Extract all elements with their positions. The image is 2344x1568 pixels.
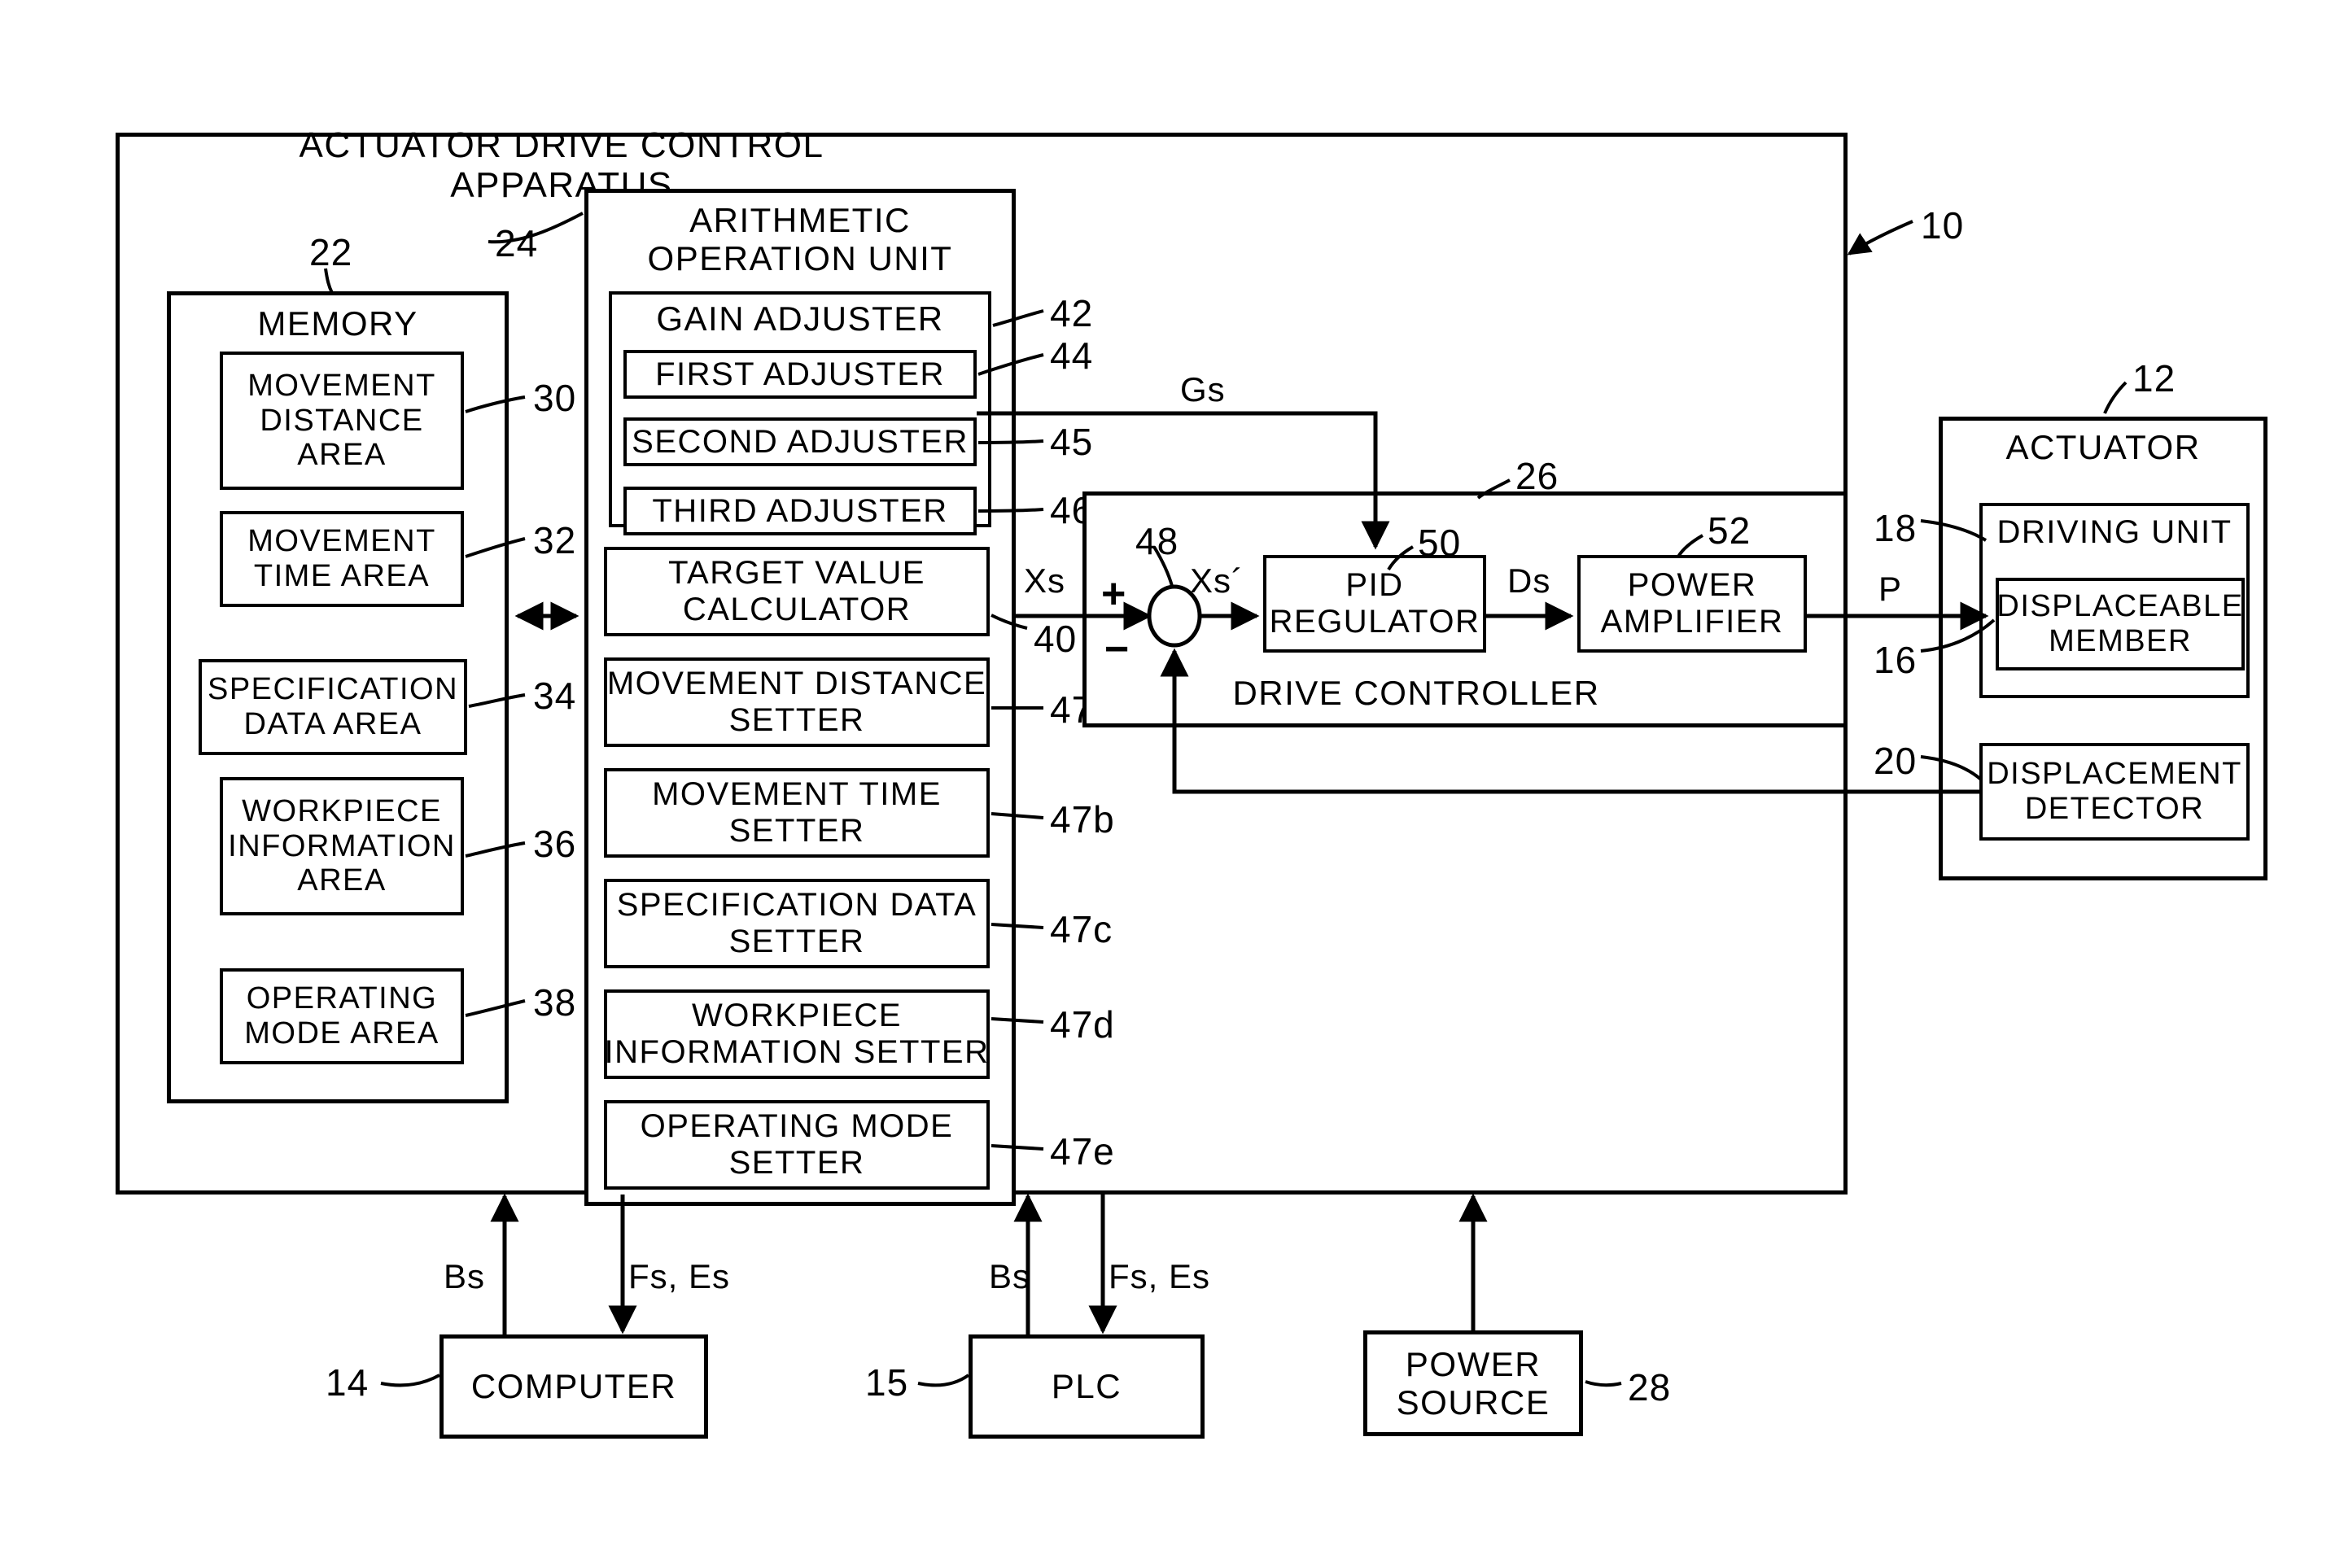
summing-plus-sign: + xyxy=(1101,570,1126,618)
signal-label-computer-bs: Bs xyxy=(444,1257,486,1295)
signal-label-xs: Xs xyxy=(1024,561,1066,600)
ref-32: 32 xyxy=(533,519,577,561)
driving-unit-label: DRIVING UNIT xyxy=(1996,513,2232,550)
computer-label: COMPUTER xyxy=(470,1367,677,1406)
ref-16: 16 xyxy=(1874,639,1918,681)
ref-18: 18 xyxy=(1874,507,1918,549)
ref-36: 36 xyxy=(533,823,577,865)
patent-figure: ACTUATOR DRIVE CONTROL APPARATUS 10 MEMO… xyxy=(0,0,2344,1568)
apparatus-title: ACTUATOR DRIVE CONTROL APPARATUS xyxy=(299,124,824,205)
movement-time-setter-label: MOVEMENT TIME SETTER xyxy=(652,776,942,849)
memory-area-workpiece-information-label: WORKPIECE INFORMATION AREA xyxy=(228,794,456,898)
ref-47d: 47d xyxy=(1050,1003,1115,1046)
power-source-label: POWER SOURCE xyxy=(1396,1344,1550,1422)
specification-data-setter-label: SPECIFICATION DATA SETTER xyxy=(616,887,977,959)
ref-50: 50 xyxy=(1418,522,1462,564)
leader-15 xyxy=(917,1374,970,1387)
ref-48: 48 xyxy=(1135,520,1179,562)
displacement-detector-label: DISPLACEMENT DETECTOR xyxy=(1987,757,2242,826)
third-adjuster-label: THIRD ADJUSTER xyxy=(652,492,948,529)
ref-14: 14 xyxy=(326,1361,370,1404)
signal-label-plc-bs: Bs xyxy=(989,1257,1031,1295)
power-amplifier-label: POWER AMPLIFIER xyxy=(1600,567,1784,640)
signal-label-computer-fs-es: Fs, Es xyxy=(628,1257,731,1295)
ref-45: 45 xyxy=(1050,421,1094,463)
ref-34: 34 xyxy=(533,675,577,717)
movement-distance-setter-label: MOVEMENT DISTANCE SETTER xyxy=(606,666,987,738)
ref-30: 30 xyxy=(533,377,577,419)
ref-47c: 47c xyxy=(1050,908,1113,950)
ref-26: 26 xyxy=(1515,455,1559,497)
operating-mode-setter-label: OPERATING MODE SETTER xyxy=(640,1108,954,1181)
arithmetic-operation-unit-title: ARITHMETIC OPERATION UNIT xyxy=(647,200,953,277)
displaceable-member-label: DISPLACEABLE MEMBER xyxy=(1996,589,2244,658)
summing-minus-sign: − xyxy=(1104,626,1130,673)
leader-12 xyxy=(2103,381,2128,414)
first-adjuster-label: FIRST ADJUSTER xyxy=(655,356,945,392)
memory-title: MEMORY xyxy=(257,304,418,343)
actuator-title: ACTUATOR xyxy=(2005,428,2201,467)
pid-regulator-label: PID REGULATOR xyxy=(1269,567,1480,640)
memory-area-operating-mode-label: OPERATING MODE AREA xyxy=(244,981,440,1050)
signal-label-plc-fs-es: Fs, Es xyxy=(1109,1257,1211,1295)
ref-42: 42 xyxy=(1050,292,1094,334)
signal-label-ds: Ds xyxy=(1507,561,1551,600)
second-adjuster-label: SECOND ADJUSTER xyxy=(632,423,969,460)
gain-adjuster-label: GAIN ADJUSTER xyxy=(656,299,944,338)
leader-10 xyxy=(1847,220,1913,256)
ref-12: 12 xyxy=(2132,357,2176,400)
memory-area-specification-data-label: SPECIFICATION DATA AREA xyxy=(207,672,459,741)
workpiece-information-setter-label: WORKPIECE INFORMATION SETTER xyxy=(604,998,990,1070)
target-value-calculator-label: TARGET VALUE CALCULATOR xyxy=(668,555,925,627)
ref-40: 40 xyxy=(1034,618,1078,660)
ref-22: 22 xyxy=(309,231,353,273)
ref-24: 24 xyxy=(495,222,539,264)
leader-28 xyxy=(1585,1380,1622,1387)
ref-38: 38 xyxy=(533,981,577,1024)
memory-area-movement-time-label: MOVEMENT TIME AREA xyxy=(247,524,436,593)
ref-52: 52 xyxy=(1708,509,1751,552)
ref-28: 28 xyxy=(1628,1366,1672,1409)
ref-44: 44 xyxy=(1050,334,1094,377)
ref-15: 15 xyxy=(865,1361,909,1404)
signal-label-p: P xyxy=(1878,570,1903,608)
plc-label: PLC xyxy=(1051,1367,1122,1406)
ref-10: 10 xyxy=(1921,204,1965,247)
ref-47e: 47e xyxy=(1050,1130,1115,1173)
leader-14 xyxy=(380,1374,440,1387)
ref-20: 20 xyxy=(1874,740,1918,782)
ref-47b: 47b xyxy=(1050,798,1115,841)
signal-label-gs: Gs xyxy=(1180,370,1226,408)
memory-area-movement-distance-label: MOVEMENT DISTANCE AREA xyxy=(247,369,436,473)
signal-label-xs-prime: Xs´ xyxy=(1190,561,1244,600)
drive-controller-label: DRIVE CONTROLLER xyxy=(1232,674,1600,713)
